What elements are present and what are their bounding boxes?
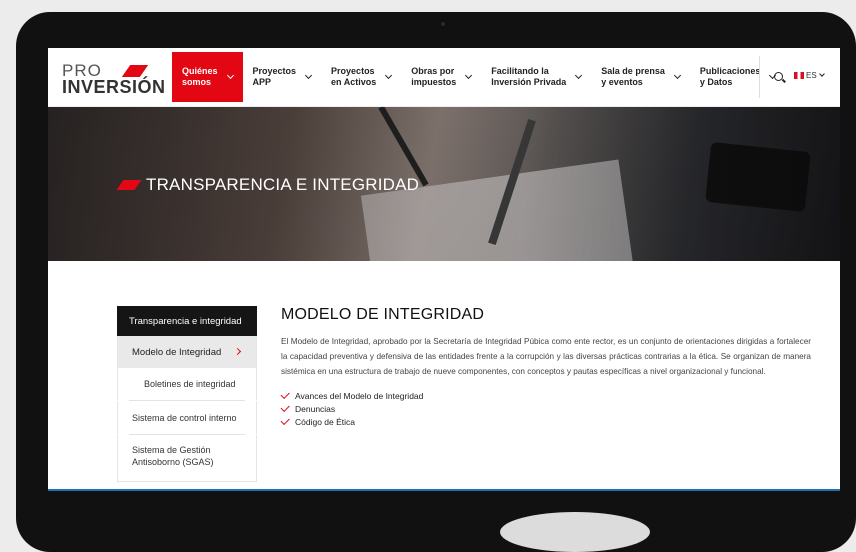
peru-flag-icon (794, 72, 804, 79)
header-divider (759, 56, 760, 98)
nav-label: Publicaciones y Datos (699, 66, 761, 87)
logo-text-bottom: INVERSIÓN (62, 77, 166, 97)
red-slash-icon (116, 180, 142, 190)
main-content: MODELO DE INTEGRIDAD El Modelo de Integr… (280, 306, 811, 428)
list-item[interactable]: Avances del Modelo de Integridad (280, 389, 811, 402)
nav-label: Proyectos en Activos (331, 66, 377, 87)
nav-item-facilitando-inversion[interactable]: Facilitando la Inversión Privada (481, 52, 591, 102)
monitor-stand (500, 512, 650, 552)
hero-title: TRANSPARENCIA E INTEGRIDAD (116, 175, 420, 195)
checkmark-icon (280, 402, 290, 412)
nav-item-proyectos-activos[interactable]: Proyectos en Activos (321, 52, 401, 102)
sidebar-item-modelo-integridad[interactable]: Modelo de Integridad (117, 336, 257, 368)
nav-label: Facilitando la Inversión Privada (491, 66, 567, 87)
sidebar-item-boletines[interactable]: Boletines de integridad (117, 368, 257, 400)
chevron-down-icon (385, 71, 393, 80)
sidebar-item-label: Sistema de control interno (132, 412, 237, 423)
checkmark-icon (280, 389, 290, 399)
language-label: ES (806, 71, 817, 80)
page-title: MODELO DE INTEGRIDAD (281, 306, 485, 323)
sidebar-item-control-interno[interactable]: Sistema de control interno (117, 401, 257, 434)
logo-mark-icon (121, 65, 149, 77)
link-denuncias[interactable]: Denuncias (295, 404, 335, 414)
nav-label: Quiénes somos (182, 66, 218, 87)
chevron-down-icon (226, 71, 234, 80)
nav-item-sala-prensa[interactable]: Sala de prensa y eventos (591, 52, 690, 102)
link-list: Avances del Modelo de Integridad Denunci… (280, 389, 811, 428)
nav-item-obras-impuestos[interactable]: Obras por impuestos (401, 52, 481, 102)
link-avances[interactable]: Avances del Modelo de Integridad (295, 391, 423, 401)
search-icon[interactable] (774, 72, 783, 81)
nav-item-quienes-somos[interactable]: Quiénes somos (172, 52, 243, 102)
sidebar-bottom-border (117, 477, 257, 482)
screen-bottom-edge (48, 489, 840, 491)
screen: PRO INVERSIÓN Quiénes somos Proyectos AP… (48, 48, 840, 490)
nav-label: Obras por impuestos (411, 66, 457, 87)
nav-item-proyectos-app[interactable]: Proyectos APP (243, 52, 322, 102)
sidebar-item-label: Modelo de Integridad (132, 346, 222, 358)
hero-title-text: TRANSPARENCIA E INTEGRIDAD (146, 175, 420, 194)
link-codigo-etica[interactable]: Código de Ética (295, 417, 355, 427)
main-nav: Quiénes somos Proyectos APP Proyectos en… (172, 52, 785, 102)
nav-label: Sala de prensa y eventos (601, 66, 665, 87)
sidebar-item-sgas[interactable]: Sistema de Gestión Antisoborno (SGAS) (117, 435, 257, 477)
sidebar-item-label: Boletines de integridad (144, 379, 236, 389)
chevron-down-icon (305, 71, 313, 80)
list-item[interactable]: Código de Ética (280, 415, 811, 428)
chevron-down-icon (465, 71, 473, 80)
nav-item-publicaciones[interactable]: Publicaciones y Datos (690, 52, 786, 102)
list-item[interactable]: Denuncias (280, 402, 811, 415)
chevron-down-icon (818, 71, 825, 77)
chevron-down-icon (575, 71, 583, 80)
sidebar-item-label: Sistema de Gestión Antisoborno (SGAS) (132, 445, 214, 467)
content-paragraph: El Modelo de Integridad, aprobado por la… (281, 337, 811, 376)
sidebar-heading[interactable]: Transparencia e integridad (117, 306, 257, 336)
language-selector[interactable]: ES (794, 71, 825, 80)
webcam (441, 22, 445, 26)
checkmark-icon (280, 415, 290, 425)
sidebar-menu: Transparencia e integridad Modelo de Int… (117, 306, 257, 482)
site-header: PRO INVERSIÓN Quiénes somos Proyectos AP… (48, 48, 840, 107)
chevron-down-icon (673, 71, 681, 80)
chevron-right-icon (233, 347, 242, 356)
proinversion-logo[interactable]: PRO INVERSIÓN (62, 62, 165, 96)
hero-banner: TRANSPARENCIA E INTEGRIDAD (48, 107, 840, 261)
nav-label: Proyectos APP (252, 66, 297, 87)
